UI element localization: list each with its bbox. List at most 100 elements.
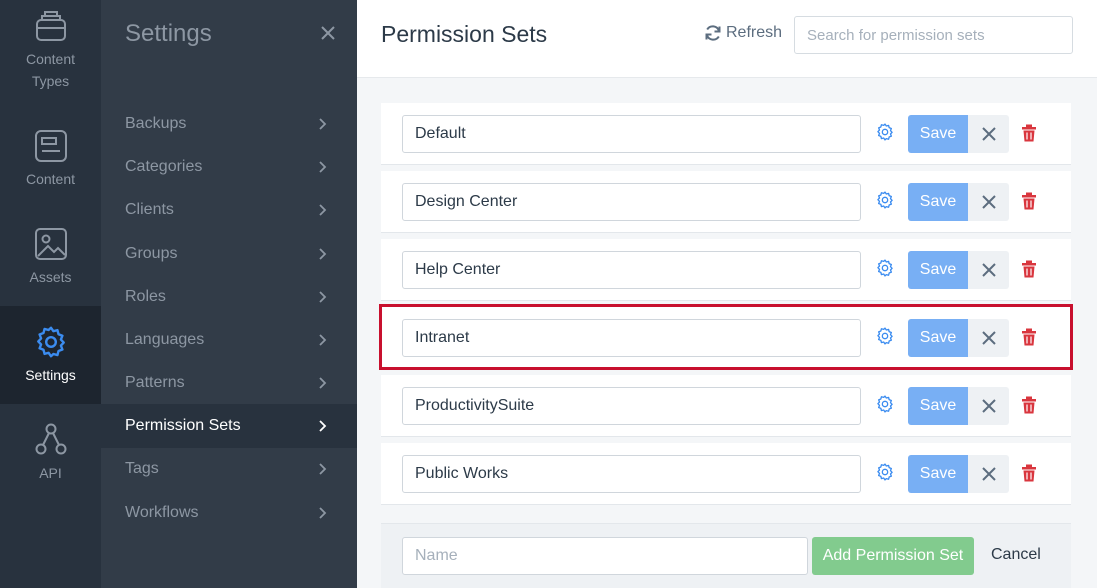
menu-item-label: Categories — [125, 158, 203, 175]
save-button[interactable]: Save — [908, 387, 968, 425]
trash-icon[interactable] — [1021, 192, 1037, 210]
trash-icon[interactable] — [1021, 464, 1037, 482]
content-types-icon — [35, 11, 66, 41]
menu-item-label: Clients — [125, 201, 174, 218]
rail-item-label: Assets — [29, 269, 72, 285]
cancel-edit-button[interactable] — [968, 251, 1009, 289]
rail-item-label: Content — [25, 171, 76, 187]
main-content: Permission Sets Refresh Save — [357, 0, 1097, 588]
menu-item-groups[interactable]: Groups — [101, 232, 357, 276]
chevron-right-icon — [319, 204, 327, 216]
refresh-label: Refresh — [726, 24, 783, 41]
chevron-right-icon — [319, 377, 327, 389]
menu-item-roles[interactable]: Roles — [101, 275, 357, 319]
menu-item-workflows[interactable]: Workflows — [101, 491, 357, 535]
permission-set-name-input[interactable] — [402, 455, 861, 493]
gear-icon[interactable] — [875, 394, 895, 414]
menu-item-label: Permission Sets — [125, 417, 241, 434]
chevron-right-icon — [319, 248, 327, 260]
chevron-right-icon — [319, 291, 327, 303]
menu-item-label: Patterns — [125, 374, 185, 391]
gear-icon[interactable] — [875, 258, 895, 278]
chevron-right-icon — [319, 334, 327, 346]
gear-icon[interactable] — [875, 190, 895, 210]
search-input[interactable] — [794, 16, 1073, 54]
trash-icon[interactable] — [1021, 124, 1037, 142]
refresh-button[interactable]: Refresh — [704, 24, 782, 42]
save-button[interactable]: Save — [908, 183, 968, 221]
add-permission-set-form: Add Permission Set Cancel — [381, 523, 1071, 588]
chevron-right-icon — [319, 118, 327, 130]
gear-icon[interactable] — [875, 122, 895, 142]
page-title: Permission Sets — [381, 21, 548, 47]
refresh-icon — [705, 25, 721, 41]
save-button[interactable]: Save — [908, 251, 968, 289]
menu-item-languages[interactable]: Languages — [101, 318, 357, 362]
menu-item-categories[interactable]: Categories — [101, 145, 357, 189]
page-header: Permission Sets Refresh — [357, 0, 1097, 78]
rail-item-content[interactable]: Content — [0, 128, 101, 192]
permission-set-name-input[interactable] — [402, 319, 861, 357]
cancel-button[interactable]: Cancel — [991, 546, 1041, 564]
menu-item-label: Languages — [125, 331, 205, 348]
content-icon — [34, 130, 67, 162]
permission-set-row: Save — [381, 171, 1071, 233]
menu-item-label: Tags — [125, 460, 159, 477]
rail-item-label: Content — [25, 51, 76, 67]
trash-icon[interactable] — [1021, 396, 1037, 414]
chevron-right-icon — [319, 507, 327, 519]
save-button[interactable]: Save — [908, 115, 968, 153]
permission-set-name-input[interactable] — [402, 251, 861, 289]
close-icon[interactable] — [317, 20, 339, 46]
cancel-edit-button[interactable] — [968, 183, 1009, 221]
app-rail: Content Types Content Assets Settings AP… — [0, 0, 101, 588]
close-icon — [981, 127, 996, 141]
settings-panel: Settings Backups Categories Clients Grou… — [101, 0, 357, 588]
cancel-edit-button[interactable] — [968, 387, 1009, 425]
permission-set-row: Save — [381, 239, 1071, 301]
menu-item-label: Workflows — [125, 504, 199, 521]
close-icon — [981, 467, 996, 481]
cancel-edit-button[interactable] — [968, 319, 1009, 357]
rail-item-content-types[interactable]: Content Types — [0, 8, 101, 100]
rail-item-settings[interactable]: Settings — [0, 306, 101, 404]
trash-icon[interactable] — [1021, 260, 1037, 278]
permission-set-row: Save — [381, 307, 1071, 369]
menu-item-label: Roles — [125, 288, 166, 305]
permission-set-name-input[interactable] — [402, 115, 861, 153]
panel-title: Settings — [125, 20, 212, 47]
rail-item-label: Settings — [25, 367, 76, 383]
permission-set-row: Save — [381, 443, 1071, 505]
gear-icon[interactable] — [875, 462, 895, 482]
rail-item-label: Types — [31, 73, 70, 89]
gear-icon — [36, 326, 65, 358]
close-icon — [981, 263, 996, 277]
close-icon — [981, 399, 996, 413]
new-permission-set-name-input[interactable] — [402, 537, 808, 575]
rail-item-label: API — [39, 465, 62, 481]
permission-set-name-input[interactable] — [402, 387, 861, 425]
menu-item-backups[interactable]: Backups — [101, 102, 357, 146]
menu-item-clients[interactable]: Clients — [101, 188, 357, 232]
trash-icon[interactable] — [1021, 328, 1037, 346]
menu-item-label: Backups — [125, 115, 187, 132]
cancel-edit-button[interactable] — [968, 115, 1009, 153]
cancel-edit-button[interactable] — [968, 455, 1009, 493]
chevron-right-icon — [319, 463, 327, 475]
rail-item-api[interactable]: API — [0, 422, 101, 486]
add-permission-set-button[interactable]: Add Permission Set — [812, 537, 974, 575]
permission-set-row: Save — [381, 375, 1071, 437]
close-icon — [981, 195, 996, 209]
rail-item-assets[interactable]: Assets — [0, 226, 101, 290]
menu-item-patterns[interactable]: Patterns — [101, 361, 357, 405]
save-button[interactable]: Save — [908, 319, 968, 357]
permission-set-name-input[interactable] — [402, 183, 861, 221]
save-button[interactable]: Save — [908, 455, 968, 493]
menu-item-tags[interactable]: Tags — [101, 447, 357, 491]
chevron-right-icon — [319, 420, 327, 432]
menu-item-permission-sets[interactable]: Permission Sets — [101, 404, 357, 448]
close-icon — [981, 331, 996, 345]
chevron-right-icon — [319, 161, 327, 173]
gear-icon[interactable] — [875, 326, 895, 346]
image-icon — [34, 228, 67, 260]
